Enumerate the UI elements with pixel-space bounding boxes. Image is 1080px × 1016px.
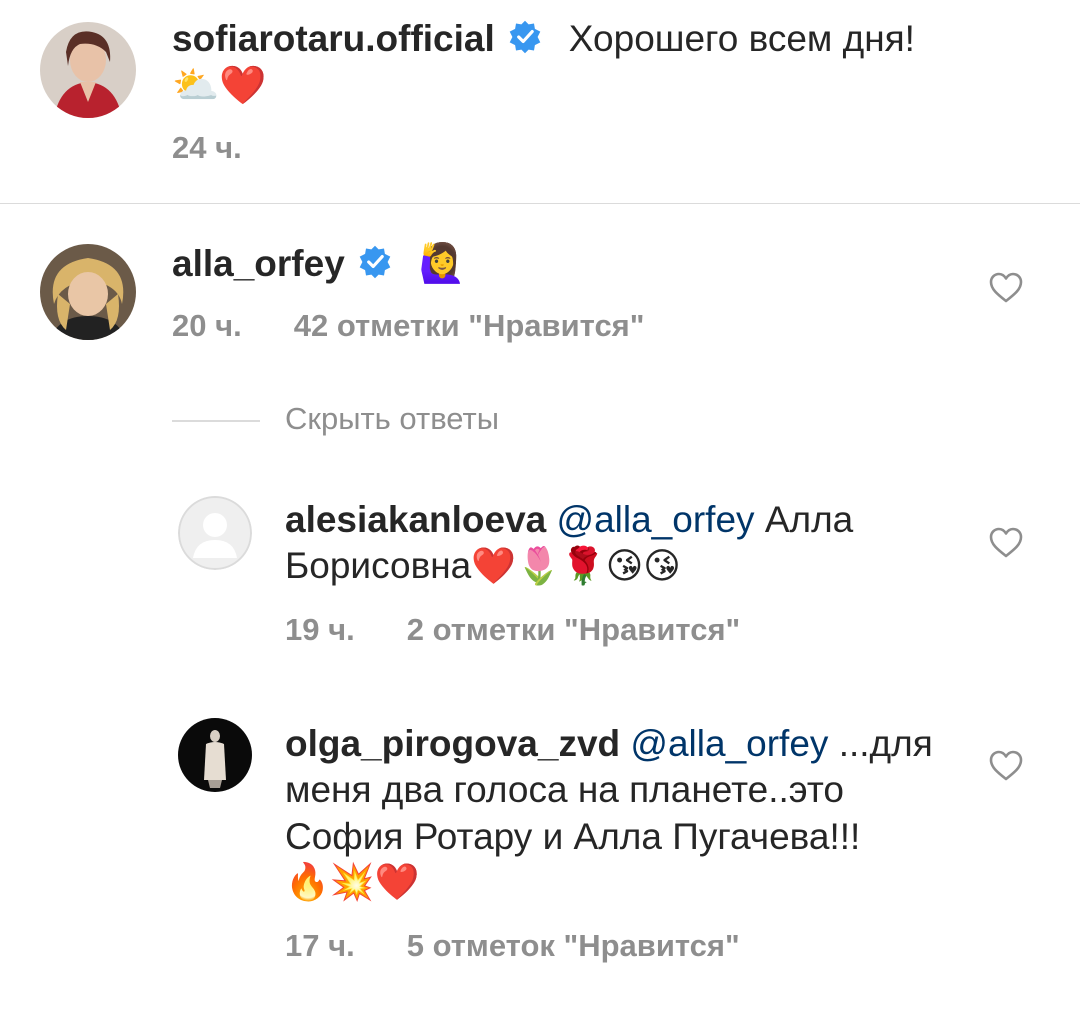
post-caption-text: Хорошего всем дня!: [568, 18, 915, 59]
avatar-sofiarotaru[interactable]: [40, 22, 136, 118]
reply1-emoji: ❤️🌷🌹😘😘: [471, 546, 681, 587]
reply1-meta: 19 ч. 2 отметки "Нравится": [285, 612, 740, 648]
hide-replies-button[interactable]: Скрыть ответы: [285, 401, 499, 437]
heart-outline-icon[interactable]: [989, 527, 1023, 559]
comment-line1: alla_orfey 🙋‍♀️: [172, 240, 466, 291]
reply1-likes[interactable]: 2 отметки "Нравится": [407, 612, 741, 647]
reply1-line2: Борисовна❤️🌷🌹😘😘: [285, 543, 681, 590]
comment-time: 20 ч.: [172, 308, 242, 343]
avatar-image: [40, 244, 136, 340]
comment-likes[interactable]: 42 отметки "Нравится": [294, 308, 645, 343]
reply2-likes[interactable]: 5 отметок "Нравится": [407, 928, 740, 963]
avatar-alla-orfey[interactable]: [40, 244, 136, 340]
post-caption-line1: sofiarotaru.official Хорошего всем дня!: [172, 16, 915, 66]
reply1-username[interactable]: alesiakanloeva: [285, 499, 546, 540]
reply2-line2: меня два голоса на планете..это: [285, 769, 844, 810]
reply2-line3: София Ротару и Алла Пугачева!!!: [285, 816, 861, 857]
reply1-line1: alesiakanloeva @alla_orfey Алла: [285, 497, 853, 543]
reply2-meta: 17 ч. 5 отметок "Нравится": [285, 928, 740, 964]
reply2-mention[interactable]: @alla_orfey: [630, 723, 828, 764]
heart-outline-icon[interactable]: [989, 272, 1023, 304]
reply2-time: 17 ч.: [285, 928, 355, 963]
heart-outline-icon[interactable]: [989, 750, 1023, 782]
reply1-text-line2: Борисовна: [285, 545, 472, 586]
reply2-username[interactable]: olga_pirogova_zvd: [285, 723, 620, 764]
reply1-mention[interactable]: @alla_orfey: [557, 499, 755, 540]
divider: [0, 203, 1080, 204]
default-avatar-icon: [178, 496, 252, 570]
avatar-image: [40, 22, 136, 118]
comment-username[interactable]: alla_orfey: [172, 243, 345, 284]
post-username[interactable]: sofiarotaru.official: [172, 18, 495, 59]
post-caption-emoji: ⛅❤️: [172, 63, 267, 107]
verified-badge-icon: [357, 244, 393, 291]
avatar-image: [178, 718, 252, 792]
avatar-olga-pirogova-zvd[interactable]: [178, 718, 252, 792]
reply2-emoji: 🔥💥❤️: [285, 862, 420, 903]
post-time: 24 ч.: [172, 130, 242, 165]
comment-meta: 20 ч. 42 отметки "Нравится": [172, 308, 644, 344]
hide-replies-line: [172, 420, 260, 422]
avatar-alesiakanloeva[interactable]: [178, 496, 252, 570]
reply2-text-line1: ...для: [838, 723, 933, 764]
verified-badge-icon: [507, 19, 543, 66]
comment-emoji: 🙋‍♀️: [418, 241, 467, 285]
reply1-time: 19 ч.: [285, 612, 355, 647]
reply2-line1: olga_pirogova_zvd @alla_orfey ...для: [285, 721, 933, 767]
reply1-text-line1: Алла: [764, 499, 854, 540]
